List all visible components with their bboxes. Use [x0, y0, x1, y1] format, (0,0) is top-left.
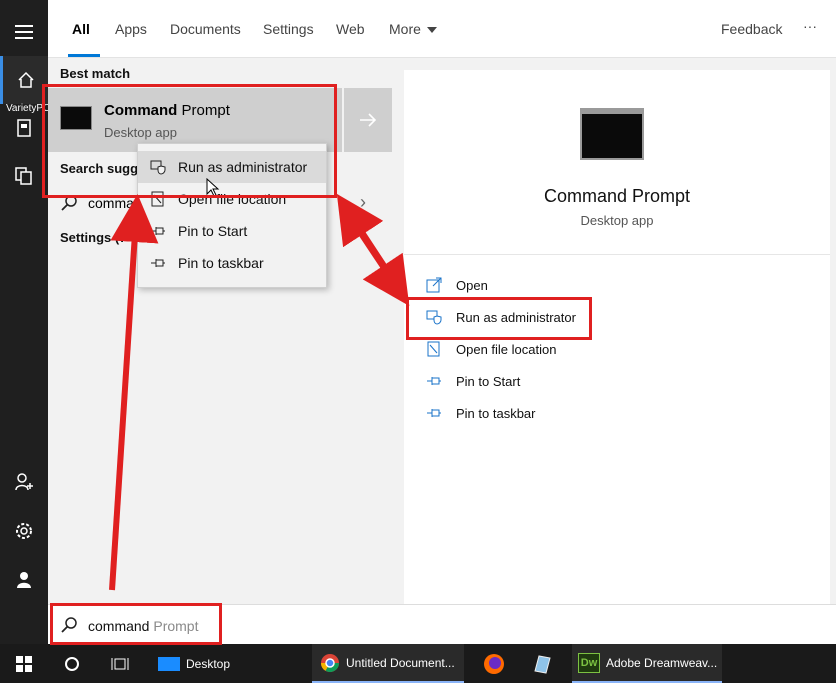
arrow-to-detail — [357, 230, 410, 306]
arrow-up — [109, 194, 159, 591]
annotation-arrows — [109, 193, 410, 591]
